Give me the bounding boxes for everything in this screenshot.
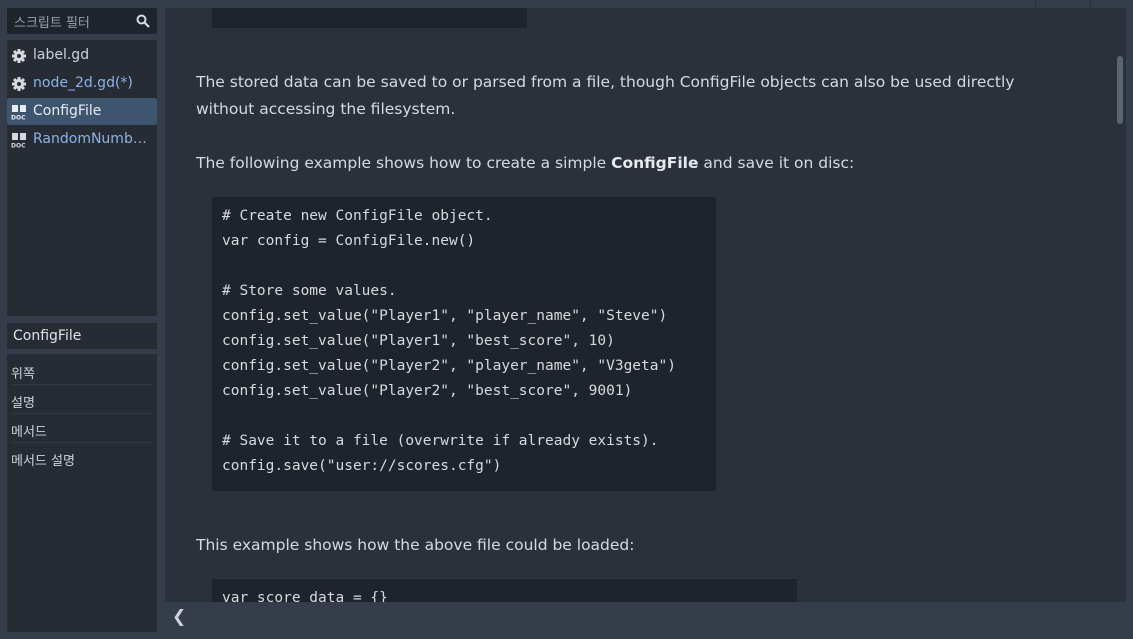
script-item-text: ConfigFile [33,103,102,119]
outline-item-label: 메서드 설명 [11,454,75,469]
script-list: label.gd node_2d.gd(*) DOC ConfigFile DO… [7,40,157,316]
code-text: # Create new ConfigFile object. var conf… [222,208,676,474]
outline-item-method-descriptions[interactable]: 메서드 설명 [11,443,152,471]
doc-icon: DOC [11,105,26,121]
doc-icon: DOC [11,133,26,149]
gear-icon [12,77,26,91]
doc-title: ConfigFile [13,328,82,344]
script-item-label-gd[interactable]: label.gd [7,42,157,69]
svg-text:DOC: DOC [11,115,26,121]
doc-paragraph: The following example shows how to creat… [196,150,1066,177]
doc-outline: 위쪽 설명 메서드 메서드 설명 [7,354,157,632]
vertical-scrollbar[interactable] [1117,56,1123,124]
doc-paragraph: This example shows how the above file co… [196,536,635,554]
script-item-text: node_2d.gd(*) [33,75,133,91]
outline-item-label: 설명 [11,396,35,411]
doc-paragraph: The stored data can be saved to or parse… [196,73,1015,118]
text-run: and save it on disc: [698,154,855,172]
script-item-text: RandomNumberGenerator [33,131,155,147]
code-block-partial [212,8,527,28]
doc-title-bar: ConfigFile [7,323,157,349]
outline-item-label: 위쪽 [11,367,35,382]
outline-item-top[interactable]: 위쪽 [11,356,152,385]
svg-text:DOC: DOC [11,143,26,149]
chevron-left-icon[interactable]: ❮ [172,607,186,627]
top-bar-divider [1035,0,1036,8]
script-item-node-2d-gd[interactable]: node_2d.gd(*) [7,70,157,97]
gear-icon [12,49,26,63]
code-block: var score_data = {} [212,579,797,602]
code-text: var score_data = {} [222,590,388,602]
outline-item-label: 메서드 [11,425,47,440]
doc-bottom-bar: ❮ [165,602,1126,632]
class-reference-bold: ConfigFile [611,154,699,172]
script-item-text: label.gd [33,47,90,63]
script-item-configfile[interactable]: DOC ConfigFile [7,98,157,125]
top-bar [0,0,1133,8]
outline-item-methods[interactable]: 메서드 [11,414,152,443]
script-filter-input[interactable]: 스크립트 필터 [7,8,157,34]
code-block: # Create new ConfigFile object. var conf… [212,197,716,491]
script-filter-placeholder: 스크립트 필터 [14,16,90,31]
top-bar-divider [1090,0,1091,8]
outline-item-description[interactable]: 설명 [11,385,152,414]
search-icon[interactable] [136,14,150,28]
script-item-randomnumbergenerator[interactable]: DOC RandomNumberGenerator [7,126,157,153]
text-run: The following example shows how to creat… [196,154,612,172]
doc-content[interactable]: The stored data can be saved to or parse… [165,8,1126,602]
